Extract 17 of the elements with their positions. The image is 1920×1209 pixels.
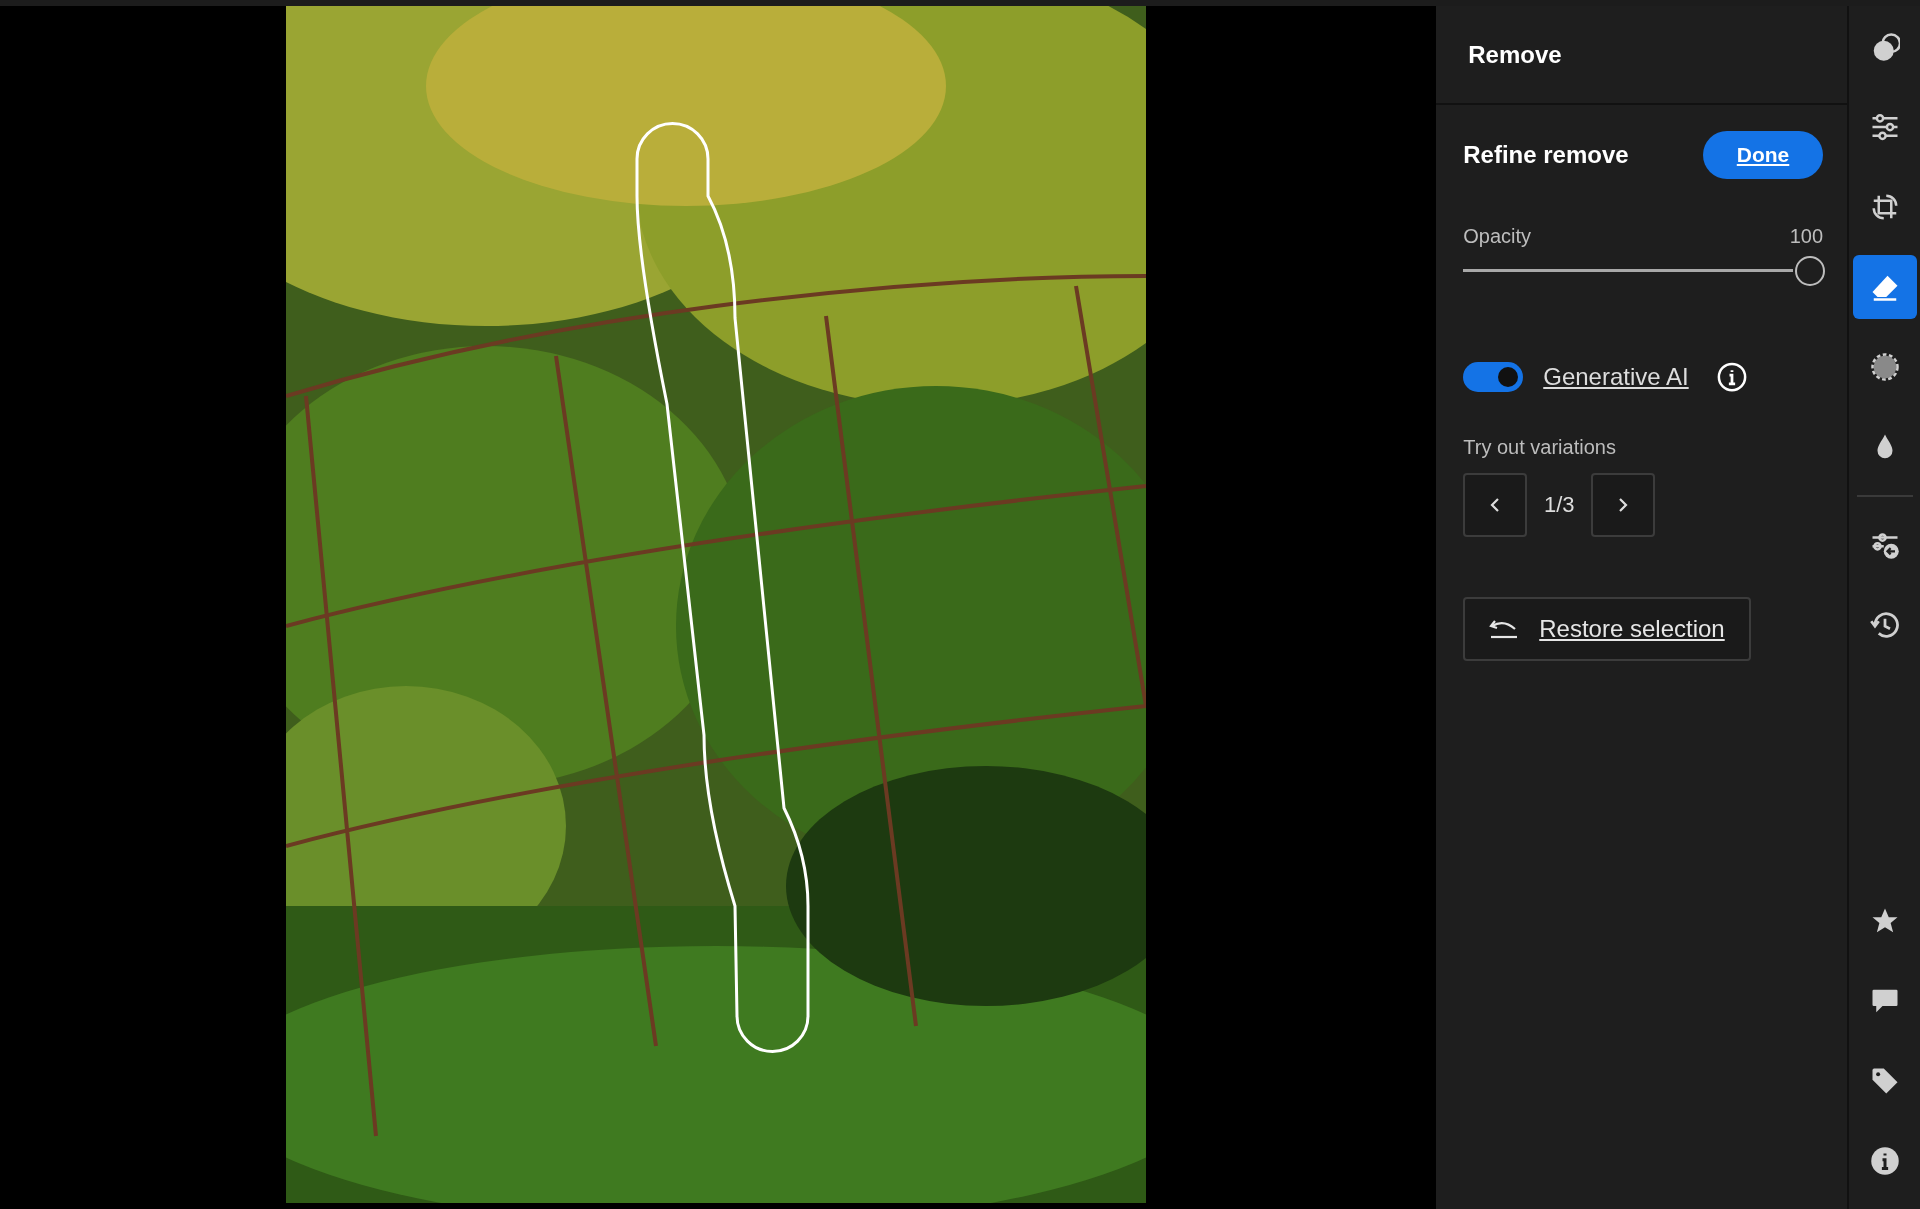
opacity-slider[interactable] — [1463, 256, 1824, 286]
info-icon — [1869, 1146, 1900, 1176]
eraser-tool-button[interactable] — [1852, 255, 1917, 319]
opacity-label: Opacity — [1463, 225, 1532, 248]
restore-selection-button[interactable]: Restore selection — [1463, 597, 1752, 661]
variations-label: Try out variations — [1463, 436, 1617, 459]
variation-counter: 1/3 — [1542, 492, 1576, 518]
generative-ai-link[interactable]: Generative AI — [1543, 363, 1689, 391]
done-button[interactable]: Done — [1703, 131, 1824, 179]
history-icon — [1869, 610, 1900, 640]
generative-ai-toggle[interactable] — [1463, 362, 1524, 392]
info-icon[interactable] — [1716, 362, 1747, 392]
opacity-value: 100 — [1789, 225, 1824, 248]
section-title: Refine remove — [1463, 141, 1629, 169]
panel-title: Remove — [1468, 40, 1562, 69]
slider-thumb[interactable] — [1795, 256, 1826, 286]
dotted-circle-icon — [1869, 352, 1900, 382]
